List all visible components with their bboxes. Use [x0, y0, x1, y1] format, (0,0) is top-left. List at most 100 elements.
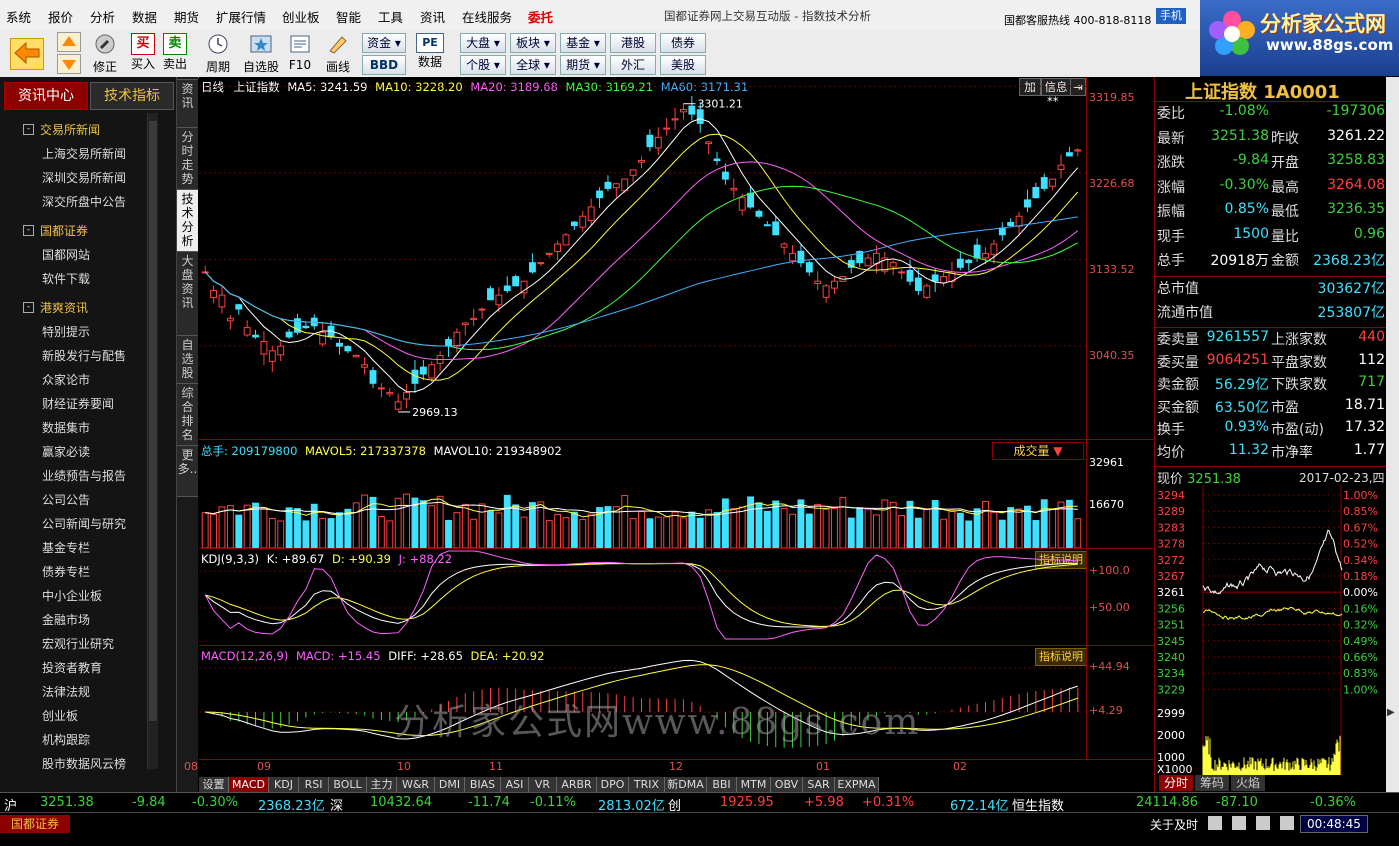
news-item[interactable]: 上海交易所新闻 [42, 145, 126, 162]
indicator-tab-7[interactable]: DMI [435, 777, 465, 792]
menu-trade[interactable]: 委托 [528, 7, 553, 26]
side-tab-1[interactable]: 分时走势 [177, 127, 198, 191]
draw-button[interactable]: 画线 [318, 33, 358, 75]
news-item[interactable]: 业绩预告与报告 [42, 467, 126, 484]
side-tab-3[interactable]: 大盘资讯 [177, 251, 198, 337]
kdj-chart[interactable] [199, 549, 1086, 645]
indicator-tab-1[interactable]: MACD [229, 777, 269, 792]
about-link[interactable]: 关于及时 [1150, 816, 1198, 833]
side-tab-6[interactable]: 更多.. [177, 445, 198, 497]
indicator-tab-18[interactable]: SAR [803, 777, 835, 792]
market-futures-button[interactable]: 期货 ▾ [560, 55, 606, 75]
indicator-tab-3[interactable]: RSI [299, 777, 329, 792]
intraday-chart[interactable]: 3294 1.00% 3289 0.85% 3283 0.67% 3278 0.52% 3272… [1155, 485, 1387, 775]
down-button[interactable] [57, 54, 81, 74]
news-item[interactable]: 新股发行与配售 [42, 347, 126, 364]
buy-button[interactable]: 买 买入 [128, 33, 158, 72]
news-item[interactable]: 众家论市 [42, 371, 90, 388]
fix-button[interactable]: 修正 [90, 33, 120, 75]
menu-extended[interactable]: 扩展行情 [216, 7, 266, 26]
news-category[interactable]: 国都证券 [40, 222, 88, 239]
news-item[interactable]: 投资者教育 [42, 659, 102, 676]
data-button[interactable]: PE 数据 [410, 33, 450, 70]
news-item[interactable]: 中小企业板 [42, 587, 102, 604]
market-stock-button[interactable]: 个股 ▾ [460, 55, 506, 75]
indicator-tab-17[interactable]: OBV [771, 777, 803, 792]
side-tab-0[interactable]: 资讯 [177, 79, 198, 129]
sell-button[interactable]: 卖 卖出 [160, 33, 190, 72]
fund-flow-button[interactable]: 资金 ▾ [362, 33, 406, 53]
news-category[interactable]: 交易所新闻 [40, 121, 100, 138]
menu-futures[interactable]: 期货 [174, 7, 199, 26]
news-item[interactable]: 创业板 [42, 707, 78, 724]
collapse-toggle[interactable]: - [23, 124, 34, 135]
market-hk-button[interactable]: 港股 [610, 33, 656, 53]
monitor-icon[interactable] [1208, 816, 1222, 830]
intraday-tab-1[interactable]: 筹码 [1195, 775, 1229, 791]
news-item[interactable]: 深交所盘中公告 [42, 193, 126, 210]
collapse-toggle[interactable]: - [23, 302, 34, 313]
up-button[interactable] [57, 32, 81, 52]
candlestick-chart[interactable]: 3301.21 2969.13 [199, 77, 1086, 439]
indicator-tab-2[interactable]: KDJ [269, 777, 299, 792]
news-item[interactable]: 债券专栏 [42, 563, 90, 580]
scroll-arrow-icon[interactable]: ▶ [1387, 707, 1395, 718]
indicator-tab-15[interactable]: BBI [707, 777, 737, 792]
news-item[interactable]: 数据集市 [42, 419, 90, 436]
side-tab-5[interactable]: 综合排名 [177, 383, 198, 447]
bbd-button[interactable]: BBD [362, 55, 406, 75]
watchlist-button[interactable]: 自选股 [240, 33, 282, 75]
indicator-tab-4[interactable]: BOLL [329, 777, 367, 792]
indicator-tab-14[interactable]: 新DMA [665, 777, 707, 792]
news-item[interactable]: 公司新闻与研究 [42, 515, 126, 532]
tab-tech-indicators[interactable]: 技术指标 [90, 82, 174, 110]
calc-icon[interactable] [1256, 816, 1270, 830]
menu-online[interactable]: 在线服务 [462, 7, 512, 26]
market-us-button[interactable]: 美股 [660, 55, 706, 75]
news-item[interactable]: 基金专栏 [42, 539, 90, 556]
menu-tools[interactable]: 工具 [378, 7, 403, 26]
news-item[interactable]: 法律法规 [42, 683, 90, 700]
back-button[interactable] [10, 38, 44, 70]
market-bankuai-button[interactable]: 板块 ▾ [510, 33, 556, 53]
indicator-tab-19[interactable]: EXPMA [835, 777, 879, 792]
menu-data[interactable]: 数据 [132, 7, 157, 26]
intraday-tab-2[interactable]: 火焰 [1231, 775, 1265, 791]
collapse-toggle[interactable]: - [23, 225, 34, 236]
period-button[interactable]: 周期 [198, 33, 238, 75]
news-item[interactable]: 深圳交易所新闻 [42, 169, 126, 186]
news-scrollbar[interactable] [147, 113, 158, 769]
side-tab-4[interactable]: 自选股 [177, 335, 198, 385]
news-item[interactable]: 公司公告 [42, 491, 90, 508]
market-bond-button[interactable]: 债券 [660, 33, 706, 53]
news-item[interactable]: 股市数据风云榜 [42, 755, 126, 772]
indicator-tab-11[interactable]: ARBR [557, 777, 597, 792]
news-item[interactable]: 软件下载 [42, 270, 90, 287]
settings-icon[interactable] [1280, 816, 1294, 830]
side-tab-2[interactable]: 技术分析 [177, 189, 198, 253]
market-dapan-button[interactable]: 大盘 ▾ [460, 33, 506, 53]
menu-smart[interactable]: 智能 [336, 7, 361, 26]
market-forex-button[interactable]: 外汇 [610, 55, 656, 75]
indicator-tab-5[interactable]: 主力 [367, 777, 397, 792]
menu-analysis[interactable]: 分析 [90, 7, 115, 26]
indicator-tab-8[interactable]: BIAS [465, 777, 501, 792]
news-scroll-thumb[interactable] [149, 121, 157, 721]
news-item[interactable]: 机构跟踪 [42, 731, 90, 748]
indicator-tab-10[interactable]: VR [529, 777, 557, 792]
indicator-tab-9[interactable]: ASI [501, 777, 529, 792]
f10-button[interactable]: F10 [286, 33, 314, 72]
intraday-tab-0[interactable]: 分时 [1159, 775, 1193, 791]
indicator-tab-16[interactable]: MTM [737, 777, 771, 792]
mobile-button[interactable]: 手机 [1156, 8, 1186, 24]
market-fund-button[interactable]: 基金 ▾ [560, 33, 606, 53]
menu-system[interactable]: 系统 [6, 7, 31, 26]
news-item[interactable]: 赢家必读 [42, 443, 90, 460]
menu-quote[interactable]: 报价 [48, 7, 73, 26]
news-item[interactable]: 国都网站 [42, 246, 90, 263]
indicator-tab-12[interactable]: DPO [597, 777, 629, 792]
tab-news-center[interactable]: 资讯中心 [4, 82, 88, 110]
market-global-button[interactable]: 全球 ▾ [510, 55, 556, 75]
news-item[interactable]: 特别提示 [42, 323, 90, 340]
news-item[interactable]: 财经证券要闻 [42, 395, 114, 412]
